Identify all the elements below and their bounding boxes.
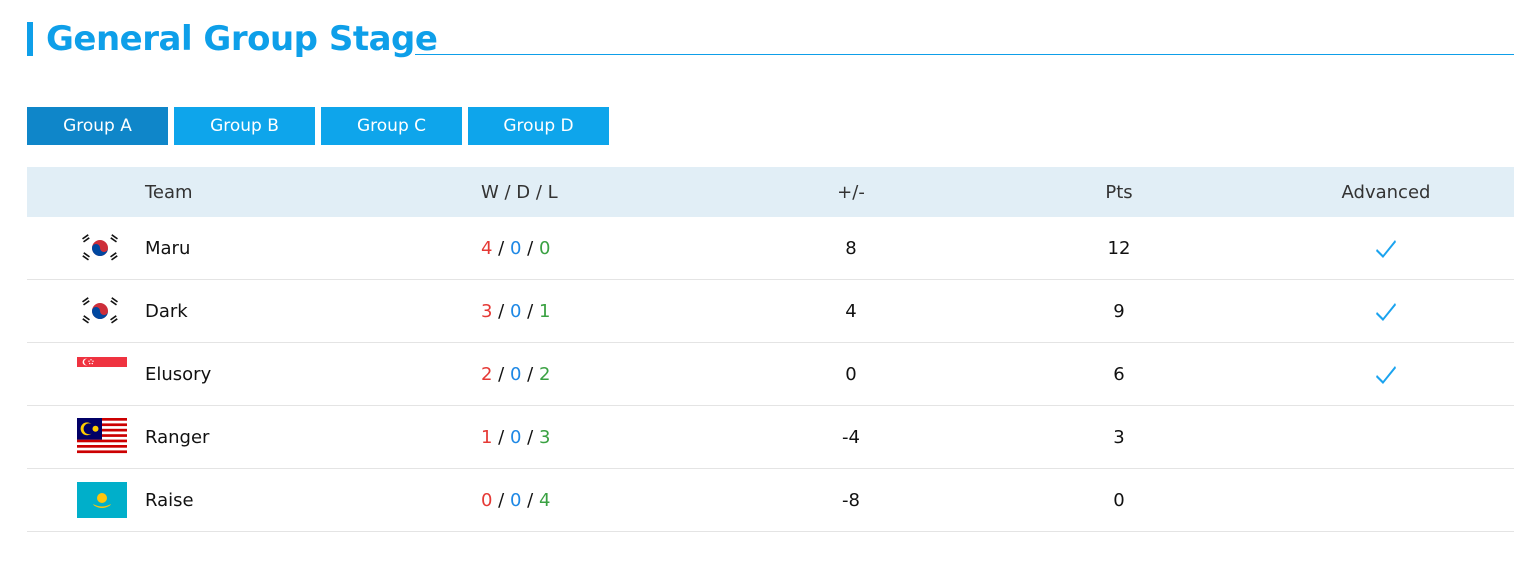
tab-group-a[interactable]: Group A xyxy=(27,107,168,145)
draws-value: 0 xyxy=(509,489,522,511)
table-row: Maru 4 / 0 / 0 8 12 xyxy=(27,217,1514,280)
separator: / xyxy=(492,300,510,322)
group-tabs: Group A Group B Group C Group D xyxy=(27,107,609,145)
points: 12 xyxy=(1107,237,1131,259)
south-korea-flag-icon xyxy=(77,294,123,328)
losses-value: 3 xyxy=(538,426,551,448)
standings-table: Team W / D / L +/- Pts Advanced Maru 4 / … xyxy=(27,167,1514,532)
table-row: Ranger 1 / 0 / 3 -4 3 xyxy=(27,406,1514,469)
title-underline xyxy=(415,54,1514,55)
draws-value: 0 xyxy=(509,363,522,385)
wins-value: 3 xyxy=(481,300,493,322)
check-icon xyxy=(1376,366,1396,384)
south-korea-flag-icon xyxy=(77,231,123,265)
table-body: Maru 4 / 0 / 0 8 12 Dark 3 / 0 / 149 Elusory… xyxy=(27,217,1514,532)
goal-diff: 4 xyxy=(845,300,857,322)
team-name[interactable]: Raise xyxy=(145,469,194,531)
goal-diff: -4 xyxy=(842,426,860,448)
wdl-record: 4 / 0 / 0 xyxy=(481,217,550,279)
wins-value: 1 xyxy=(481,426,493,448)
separator: / xyxy=(521,300,539,322)
draws-value: 0 xyxy=(509,237,522,259)
points: 6 xyxy=(1113,363,1125,385)
advanced-cell xyxy=(1322,406,1450,468)
table-row: Elusory 2 / 0 / 206 xyxy=(27,343,1514,406)
singapore-flag-icon xyxy=(77,357,127,391)
flag-cell xyxy=(77,343,127,405)
tab-group-c[interactable]: Group C xyxy=(321,107,462,145)
flag-cell xyxy=(77,469,127,531)
wins-value: 4 xyxy=(481,237,493,259)
flag-cell xyxy=(77,217,127,279)
advanced-cell xyxy=(1322,469,1450,531)
malaysia-flag-icon xyxy=(77,418,127,456)
tab-group-d[interactable]: Group D xyxy=(468,107,609,145)
flag-cell xyxy=(77,406,127,468)
draws-value: 0 xyxy=(509,300,522,322)
kazakhstan-flag-icon xyxy=(77,482,127,518)
separator: / xyxy=(492,426,510,448)
check-icon xyxy=(1376,240,1396,258)
losses-value: 4 xyxy=(538,489,551,511)
header-advanced: Advanced xyxy=(1341,181,1431,203)
team-name[interactable]: Ranger xyxy=(145,406,209,468)
losses-value: 0 xyxy=(538,237,551,259)
separator: / xyxy=(521,489,539,511)
advanced-cell xyxy=(1322,280,1450,342)
header-pts: Pts xyxy=(1105,181,1133,203)
separator: / xyxy=(521,237,539,259)
header-diff: +/- xyxy=(837,181,865,203)
team-name[interactable]: Maru xyxy=(145,217,190,279)
wdl-record: 0 / 0 / 4 xyxy=(481,469,550,531)
points: 9 xyxy=(1113,300,1125,322)
advanced-cell xyxy=(1322,343,1450,405)
section-header: General Group Stage xyxy=(27,18,1514,60)
header-wdl: W / D / L xyxy=(481,181,558,203)
table-header: Team W / D / L +/- Pts Advanced xyxy=(27,167,1514,217)
table-row: Raise 0 / 0 / 4 -8 0 xyxy=(27,469,1514,532)
wins-value: 2 xyxy=(481,363,493,385)
separator: / xyxy=(521,363,539,385)
draws-value: 0 xyxy=(509,426,522,448)
tab-group-b[interactable]: Group B xyxy=(174,107,315,145)
team-name[interactable]: Dark xyxy=(145,280,188,342)
wdl-record: 1 / 0 / 3 xyxy=(481,406,550,468)
separator: / xyxy=(492,489,510,511)
goal-diff: 0 xyxy=(845,363,857,385)
flag-cell xyxy=(77,280,127,342)
separator: / xyxy=(492,363,510,385)
check-icon xyxy=(1376,303,1396,321)
wdl-record: 2 / 0 / 2 xyxy=(481,343,550,405)
losses-value: 2 xyxy=(538,363,551,385)
wdl-record: 3 / 0 / 1 xyxy=(481,280,550,342)
separator: / xyxy=(521,426,539,448)
separator: / xyxy=(492,237,510,259)
goal-diff: 8 xyxy=(845,237,857,259)
points: 0 xyxy=(1113,489,1125,511)
page-title: General Group Stage xyxy=(46,19,438,59)
points: 3 xyxy=(1113,426,1125,448)
losses-value: 1 xyxy=(538,300,551,322)
table-row: Dark 3 / 0 / 1 4 9 xyxy=(27,280,1514,343)
goal-diff: -8 xyxy=(842,489,860,511)
header-team: Team xyxy=(145,181,193,203)
wins-value: 0 xyxy=(481,489,493,511)
advanced-cell xyxy=(1322,217,1450,279)
title-accent-bar xyxy=(27,22,33,56)
team-name[interactable]: Elusory xyxy=(145,343,211,405)
